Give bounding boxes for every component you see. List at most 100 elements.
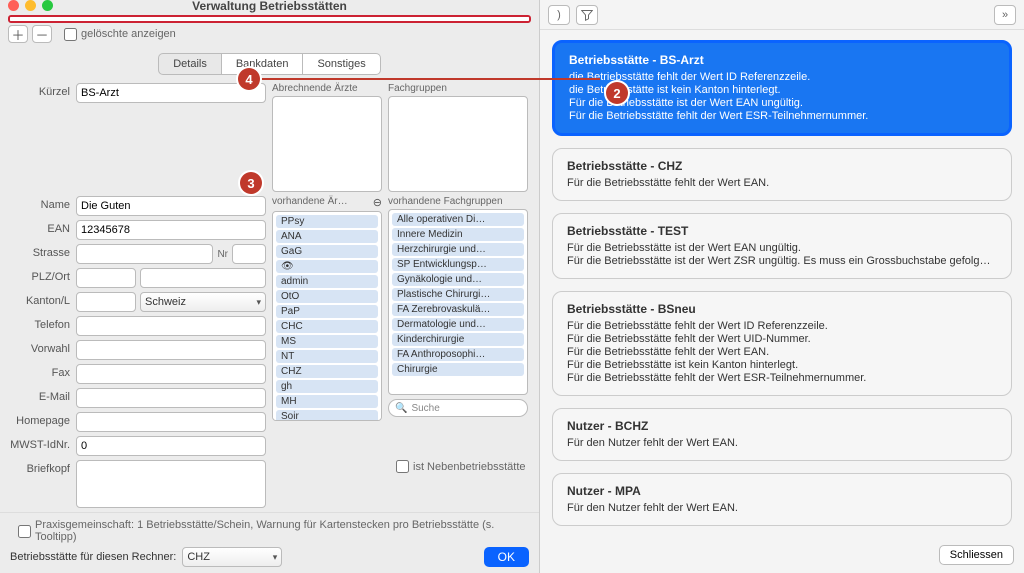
list-item[interactable]: MH <box>276 395 378 408</box>
label-kuerzel: Kürzel <box>10 83 70 98</box>
card-line: Für den Nutzer fehlt der Wert EAN. <box>567 437 997 449</box>
praxis-checkbox[interactable]: Praxisgemeinschaft: 1 Betriebsstätte/Sch… <box>18 519 529 543</box>
card-title: Betriebsstätte - BSneu <box>567 302 997 316</box>
list-item[interactable]: admin <box>276 275 378 288</box>
rechner-label: Betriebsstätte für diesen Rechner: <box>10 551 176 563</box>
card-line: Für den Nutzer fehlt der Wert EAN. <box>567 502 997 514</box>
ok-button[interactable]: OK <box>484 547 529 567</box>
input-fax[interactable] <box>76 364 266 384</box>
list-item[interactable]: PaP <box>276 305 378 318</box>
annotation-badge-4: 4 <box>238 68 260 90</box>
header-vorh-fg: vorhandene Fachgruppen <box>388 196 528 207</box>
sites-table[interactable]: Kürzel Name EAN TESTTestbetriebsstätteMS… <box>8 15 531 23</box>
add-button[interactable]: ＋ <box>8 25 28 43</box>
tab-bankdaten[interactable]: Bankdaten <box>222 53 304 75</box>
list-item[interactable]: PPsy <box>276 215 378 228</box>
label-fax: Fax <box>10 364 70 379</box>
input-vorwahl[interactable] <box>76 340 266 360</box>
list-item[interactable]: ANA <box>276 230 378 243</box>
fachgruppen-box[interactable] <box>388 96 528 192</box>
validation-card[interactable]: Betriebsstätte - TEST Für die Betriebsstä… <box>552 213 1012 279</box>
list-item[interactable]: Chirurgie <box>392 363 524 376</box>
vorhandene-fachgruppen-list[interactable]: Alle operativen Di… Innere Medizin Herzchi… <box>388 209 528 395</box>
input-kanton[interactable] <box>76 292 136 312</box>
aerzte-box[interactable] <box>272 96 382 192</box>
card-line: Für die Betriebsstätte fehlt der Wert UI… <box>567 333 997 345</box>
col-ean[interactable]: EAN <box>369 17 529 23</box>
list-item[interactable]: Dermatologie und… <box>392 318 524 331</box>
list-item[interactable]: NT <box>276 350 378 363</box>
list-item[interactable]: CHC <box>276 320 378 333</box>
list-item[interactable]: Soir <box>276 410 378 421</box>
input-ean[interactable] <box>76 220 266 240</box>
validation-card[interactable]: Nutzer - BCHZFür den Nutzer fehlt der We… <box>552 408 1012 461</box>
col-name[interactable]: Name <box>70 17 369 23</box>
label-email: E-Mail <box>10 388 70 403</box>
remove-button[interactable]: － <box>32 25 52 43</box>
paren-icon[interactable]: ) <box>548 5 570 25</box>
input-ort[interactable] <box>140 268 266 288</box>
close-button[interactable]: Schliessen <box>939 545 1014 565</box>
titlebar: Verwaltung Betriebsstätten <box>0 0 539 11</box>
rechner-select[interactable]: CHZ <box>182 547 282 567</box>
list-item[interactable]: Herzchirurgie und… <box>392 243 524 256</box>
filter-icon[interactable] <box>576 5 598 25</box>
input-nr[interactable] <box>232 244 266 264</box>
neben-checkbox[interactable]: ist Nebenbetriebsstätte <box>396 460 528 473</box>
list-item[interactable]: GaG <box>276 245 378 258</box>
list-item[interactable]: SP Entwicklungsp… <box>392 258 524 271</box>
list-item[interactable]: CHZ <box>276 365 378 378</box>
label-ean: EAN <box>10 220 70 235</box>
input-name[interactable] <box>76 196 266 216</box>
select-land[interactable]: Schweiz <box>140 292 266 312</box>
expand-icon[interactable]: » <box>994 5 1016 25</box>
fachgruppen-search[interactable]: 🔍 Suche <box>388 399 528 417</box>
card-line: Für die Betriebsstätte ist der Wert EAN … <box>569 97 995 109</box>
card-line: Für die Betriebsstätte fehlt der Wert EA… <box>567 177 997 189</box>
input-plz[interactable] <box>76 268 136 288</box>
label-mwst: MWST-IdNr. <box>10 436 70 451</box>
show-deleted-checkbox[interactable]: gelöschte anzeigen <box>64 28 176 41</box>
list-item[interactable]: Gynäkologie und… <box>392 273 524 286</box>
list-item[interactable]: OtO <box>276 290 378 303</box>
input-homepage[interactable] <box>76 412 266 432</box>
annotation-badge-2: 2 <box>606 82 628 104</box>
list-item[interactable]: Alle operativen Di… <box>392 213 524 226</box>
col-kuerzel[interactable]: Kürzel <box>10 17 70 23</box>
label-homepage: Homepage <box>10 412 70 427</box>
label-plz: PLZ/Ort <box>10 268 70 283</box>
card-line: Für die Betriebsstätte fehlt der Wert EA… <box>567 346 997 358</box>
list-item[interactable]: Plastische Chirurgi… <box>392 288 524 301</box>
input-mwst[interactable] <box>76 436 266 456</box>
list-item[interactable]: MS <box>276 335 378 348</box>
input-kuerzel[interactable] <box>76 83 266 103</box>
list-item[interactable]: gh <box>276 380 378 393</box>
validation-card[interactable]: Betriebsstätte - CHZ Für die Betriebsstät… <box>552 148 1012 201</box>
list-item[interactable]: FA Anthroposophi… <box>392 348 524 361</box>
input-strasse[interactable] <box>76 244 213 264</box>
vorhandene-aerzte-list[interactable]: PPsy ANA GaG 👁 admin OtO PaP CHC MS NT CHZ gh MH Soir… <box>272 211 382 421</box>
card-title: Betriebsstätte - CHZ <box>567 159 997 173</box>
eye-icon[interactable]: ⊖ <box>373 196 382 209</box>
input-briefkopf[interactable] <box>76 460 266 508</box>
card-line: Für die Betriebsstätte ist der Wert EAN … <box>567 242 997 254</box>
annotation-line <box>250 78 600 80</box>
label-strasse: Strasse <box>10 244 70 259</box>
tab-sonstiges[interactable]: Sonstiges <box>303 53 380 75</box>
validation-card[interactable]: Nutzer - MPAFür den Nutzer fehlt der Wer… <box>552 473 1012 526</box>
list-item[interactable]: FA Zerebrovaskulä… <box>392 303 524 316</box>
list-item[interactable]: Innere Medizin <box>392 228 524 241</box>
list-item[interactable]: 👁 <box>276 260 378 273</box>
show-deleted-input[interactable] <box>64 28 77 41</box>
header-vorh-aerzte: vorhandene Är… <box>272 196 348 209</box>
list-item[interactable]: Kinderchirurgie <box>392 333 524 346</box>
input-telefon[interactable] <box>76 316 266 336</box>
details-form: Kürzel Abrechnende Ärzte Fachgruppen Nam… <box>0 79 539 512</box>
card-title: Betriebsstätte - TEST <box>567 224 997 238</box>
validation-card[interactable]: Betriebsstätte - BSneu Für die Betriebsst… <box>552 291 1012 396</box>
tab-details[interactable]: Details <box>158 53 222 75</box>
input-email[interactable] <box>76 388 266 408</box>
card-line: die Betriebsstätte fehlt der Wert ID Ref… <box>569 71 995 83</box>
label-name: Name <box>10 196 70 211</box>
search-icon: 🔍 <box>395 403 407 414</box>
